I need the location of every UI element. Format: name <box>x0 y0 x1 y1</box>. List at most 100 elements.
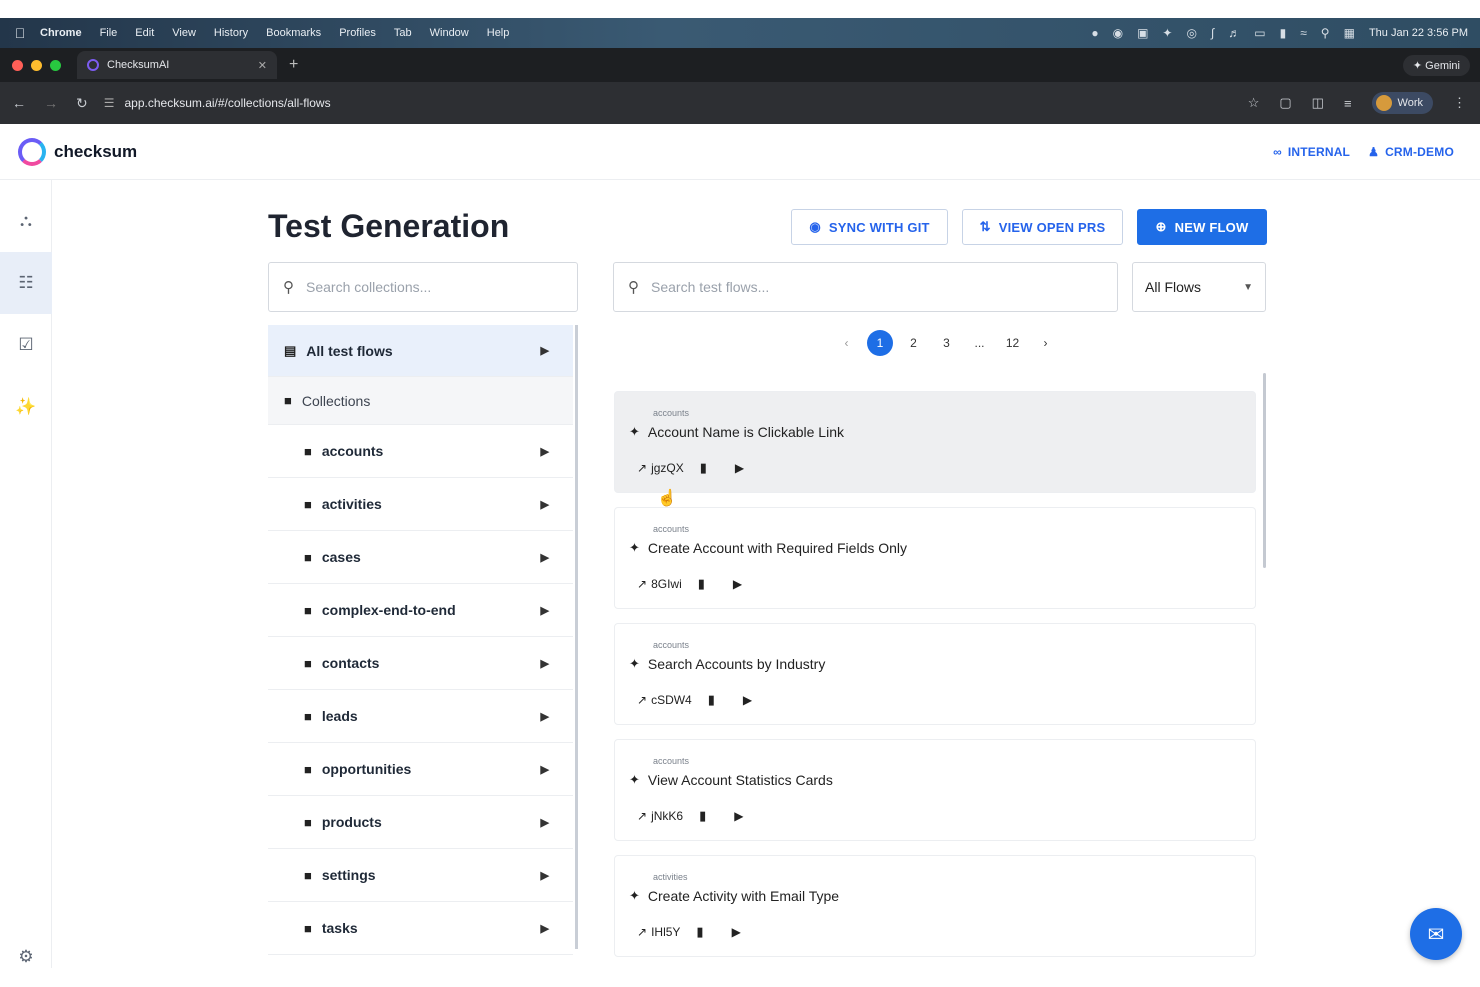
collection-item-products[interactable]: ■ products ▶ <box>268 796 573 849</box>
menu-window[interactable]: Window <box>430 27 469 39</box>
pin-icon[interactable]: ✦ <box>1162 26 1172 40</box>
page-button[interactable]: 2 <box>897 336 930 350</box>
flow-id[interactable]: jNkK6 <box>651 809 683 823</box>
gemini-button[interactable]: ✦ Gemini <box>1402 54 1470 76</box>
target-icon[interactable]: ◎ <box>1186 26 1196 40</box>
flow-card[interactable]: accounts ✦ Create Account with Required F… <box>614 507 1256 609</box>
spotlight-search-icon[interactable]: ⚲ <box>1321 26 1330 40</box>
minimize-window-icon[interactable] <box>31 59 42 71</box>
page-button-current[interactable]: 1 <box>867 330 893 356</box>
flow-card[interactable]: accounts ✦ Account Name is Clickable Link… <box>614 391 1256 493</box>
shield-status-icon[interactable]: ◉ <box>1113 26 1123 40</box>
chat-support-button[interactable]: ✉ <box>1410 908 1462 960</box>
search-flows-input[interactable]: ⚲ Search test flows... <box>613 262 1118 312</box>
app-logo[interactable]: checksum <box>18 137 137 166</box>
menu-profiles[interactable]: Profiles <box>339 27 376 39</box>
document-icon[interactable]: ▮ <box>700 460 707 476</box>
tab-search-icon[interactable]: ≡ <box>1344 96 1352 111</box>
page-button[interactable]: 12 <box>996 336 1029 350</box>
rail-flows-icon[interactable]: ☷ <box>0 252 52 314</box>
open-external-icon[interactable]: ↗ <box>637 925 647 939</box>
menu-help[interactable]: Help <box>487 27 510 39</box>
sync-with-git-button[interactable]: ◉ SYNC WITH GIT <box>791 209 948 245</box>
document-icon[interactable]: ▮ <box>708 692 715 708</box>
open-external-icon[interactable]: ↗ <box>637 693 647 707</box>
collection-item-cases[interactable]: ■ cases ▶ <box>268 531 573 584</box>
collection-item-settings[interactable]: ■ settings ▶ <box>268 849 573 902</box>
all-test-flows-item[interactable]: ▤ All test flows ▶ <box>268 325 573 377</box>
collection-item-complex-end-to-end[interactable]: ■ complex-end-to-end ▶ <box>268 584 573 637</box>
collection-item-leads[interactable]: ■ leads ▶ <box>268 690 573 743</box>
flow-card[interactable]: accounts ✦ Search Accounts by Industry ↗ … <box>614 623 1256 725</box>
menu-clock[interactable]: Thu Jan 22 3:56 PM <box>1369 27 1468 39</box>
flow-id[interactable]: IHl5Y <box>651 925 680 939</box>
zoom-window-icon[interactable] <box>50 59 61 71</box>
play-icon[interactable]: ▶ <box>732 925 741 939</box>
flow-id[interactable]: cSDW4 <box>651 693 692 707</box>
flow-id[interactable]: jgzQX <box>651 461 684 475</box>
collection-item-opportunities[interactable]: ■ opportunities ▶ <box>268 743 573 796</box>
volume-icon[interactable]: ♬ <box>1228 26 1240 40</box>
open-external-icon[interactable]: ↗ <box>637 809 647 823</box>
new-tab-icon[interactable]: + <box>289 56 298 74</box>
flow-card[interactable]: activities ✦ Create Activity with Email T… <box>614 855 1256 957</box>
bookmark-star-icon[interactable]: ☆ <box>1248 95 1260 111</box>
project-link[interactable]: ♟ CRM-DEMO <box>1368 145 1454 159</box>
document-icon[interactable]: ▮ <box>698 576 705 592</box>
forward-icon[interactable]: → <box>44 95 58 112</box>
record-icon[interactable]: ● <box>1091 26 1098 40</box>
rail-settings-gear-icon[interactable]: ⚙ <box>0 926 52 968</box>
flow-card[interactable]: accounts ✦ View Account Statistics Cards … <box>614 739 1256 841</box>
menu-file[interactable]: File <box>100 27 118 39</box>
play-icon[interactable]: ▶ <box>735 461 744 475</box>
close-tab-icon[interactable]: ✕ <box>258 59 267 72</box>
play-icon[interactable]: ▶ <box>743 693 752 707</box>
collection-item-contacts[interactable]: ■ contacts ▶ <box>268 637 573 690</box>
play-icon[interactable]: ▶ <box>733 577 742 591</box>
menu-view[interactable]: View <box>172 27 196 39</box>
battery-icon[interactable]: ▮ <box>1280 26 1287 40</box>
view-open-prs-button[interactable]: ⇅ VIEW OPEN PRS <box>962 209 1123 245</box>
prev-page-icon[interactable]: ‹ <box>830 336 863 350</box>
apple-icon[interactable]:  <box>0 25 40 41</box>
wifi-icon[interactable]: ≈ <box>1300 26 1307 40</box>
menu-app-name[interactable]: Chrome <box>40 27 82 39</box>
display-icon[interactable]: ▭ <box>1254 26 1265 40</box>
page-button[interactable]: 3 <box>930 336 963 350</box>
site-settings-icon[interactable]: ☰ <box>104 96 115 110</box>
browser-tab[interactable]: ChecksumAI ✕ <box>77 51 277 79</box>
address-bar[interactable]: ☰ app.checksum.ai/#/collections/all-flow… <box>104 89 1248 117</box>
search-collections-input[interactable]: ⚲ Search collections... <box>268 262 578 312</box>
flow-id[interactable]: 8GIwi <box>651 577 682 591</box>
new-flow-button[interactable]: ⊕ NEW FLOW <box>1137 209 1267 245</box>
flow-filter-select[interactable]: All Flows ▼ <box>1132 262 1266 312</box>
collection-item-tasks[interactable]: ■ tasks ▶ <box>268 902 573 955</box>
rail-shield-icon[interactable]: ⛬ <box>0 190 52 252</box>
flows-scrollbar[interactable] <box>1263 373 1266 568</box>
internal-link[interactable]: ∞ INTERNAL <box>1273 145 1350 159</box>
rail-magic-wand-icon[interactable]: ✨ <box>0 376 52 438</box>
clipboard-icon[interactable]: ▣ <box>1137 26 1148 40</box>
profile-button[interactable]: Work <box>1371 92 1433 114</box>
reload-icon[interactable]: ↻ <box>76 95 88 112</box>
document-icon[interactable]: ▮ <box>696 924 703 940</box>
open-external-icon[interactable]: ↗ <box>637 461 647 475</box>
cast-icon[interactable]: ◫ <box>1312 95 1324 111</box>
menu-tab[interactable]: Tab <box>394 27 412 39</box>
open-external-icon[interactable]: ↗ <box>637 577 647 591</box>
menu-edit[interactable]: Edit <box>135 27 154 39</box>
extensions-icon[interactable]: ▢ <box>1279 95 1291 111</box>
close-window-icon[interactable] <box>12 59 23 71</box>
menu-bookmarks[interactable]: Bookmarks <box>266 27 321 39</box>
back-icon[interactable]: ← <box>12 95 26 112</box>
more-menu-icon[interactable]: ⋮ <box>1453 95 1466 111</box>
bluetooth-icon[interactable]: ∫ <box>1211 26 1214 40</box>
control-center-icon[interactable]: ▦ <box>1344 26 1355 40</box>
collection-item-activities[interactable]: ■ activities ▶ <box>268 478 573 531</box>
collection-item-accounts[interactable]: ■ accounts ▶ <box>268 425 573 478</box>
document-icon[interactable]: ▮ <box>699 808 706 824</box>
play-icon[interactable]: ▶ <box>734 809 743 823</box>
next-page-icon[interactable]: › <box>1029 336 1062 350</box>
rail-checklist-icon[interactable]: ☑ <box>0 314 52 376</box>
menu-history[interactable]: History <box>214 27 248 39</box>
